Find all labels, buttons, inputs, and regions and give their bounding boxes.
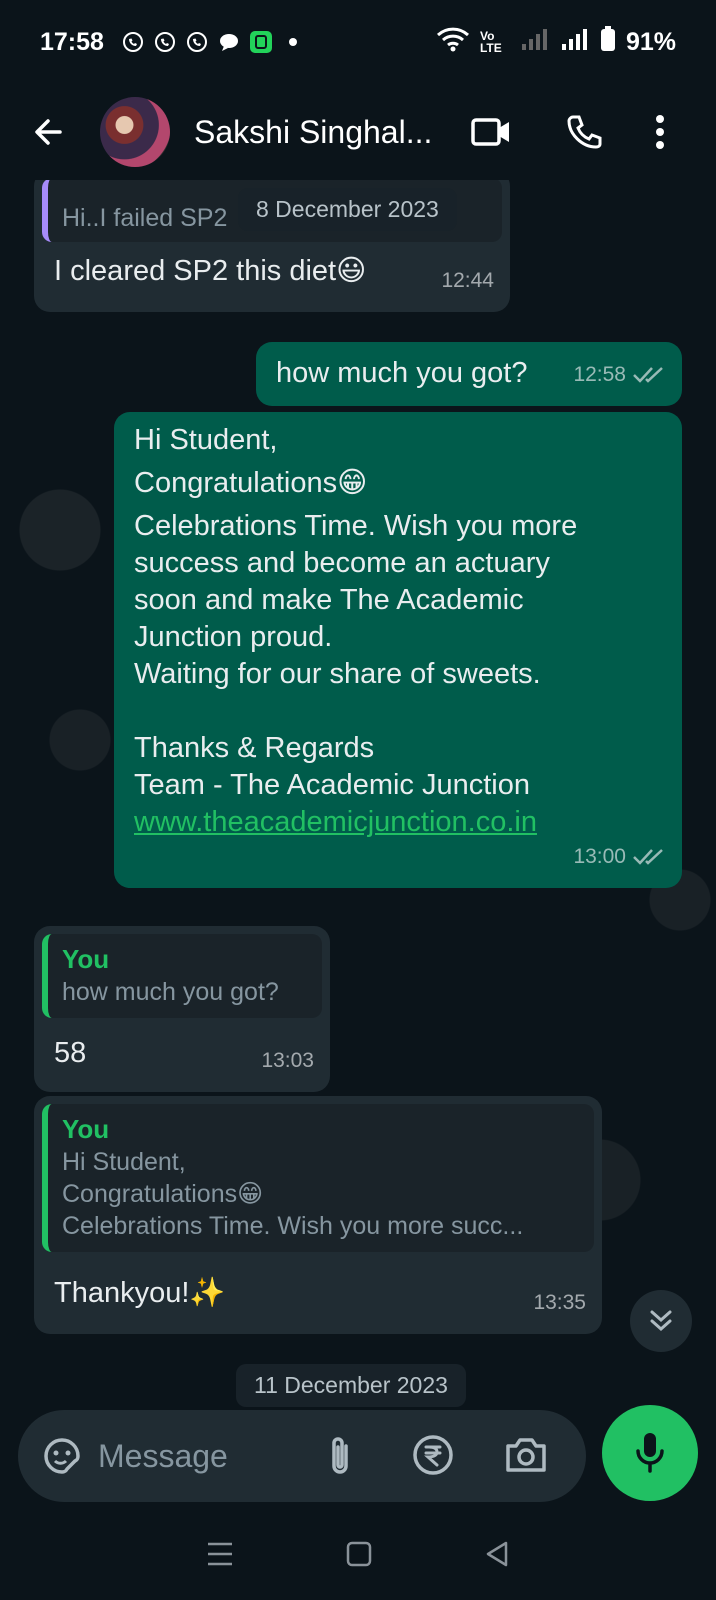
system-nav-bar: [0, 1512, 716, 1600]
phone-icon: [567, 115, 602, 149]
message-line: Congratulations😁: [134, 467, 368, 499]
voice-message-button[interactable]: [602, 1405, 698, 1501]
camera-button[interactable]: [504, 1436, 548, 1479]
microphone-icon: [636, 1433, 664, 1473]
date-chip: 8 December 2023: [238, 188, 457, 231]
status-time: 17:58: [40, 27, 104, 56]
battery-icon: [600, 25, 616, 59]
message-line: soon and make The Academic: [134, 584, 524, 616]
message-body: Hi Student, Congratulations😁 Celebration…: [134, 422, 577, 841]
square-icon: [346, 1541, 372, 1566]
camera-icon: [506, 1438, 546, 1472]
triangle-back-icon: [486, 1541, 508, 1566]
attach-button[interactable]: [326, 1434, 354, 1483]
sticker-icon: [44, 1438, 80, 1474]
video-camera-icon: [471, 118, 509, 146]
message-text: 58: [54, 1037, 87, 1069]
message-bubble-outgoing[interactable]: Hi Student, Congratulations😁 Celebration…: [114, 412, 682, 888]
status-right: Vo LTE 91%: [436, 25, 676, 59]
message-time: 13:35: [533, 1291, 586, 1314]
chevrons-down-icon: [650, 1310, 672, 1332]
message-line: success and become an actuary: [134, 547, 550, 579]
more-vertical-icon: [656, 115, 664, 149]
message-line: Team - The Academic Junction: [134, 769, 530, 801]
message-time: 13:03: [261, 1049, 314, 1072]
quote-author: You: [62, 944, 110, 974]
message-line: Junction proud.: [134, 621, 333, 653]
quoted-message[interactable]: You how much you got?: [42, 934, 322, 1018]
double-check-icon: [633, 849, 663, 865]
notification-icons: [120, 29, 306, 55]
signal-icon: [560, 26, 590, 59]
avatar[interactable]: [100, 97, 170, 167]
quoted-text: how much you got?: [62, 978, 279, 1006]
date-chip: 11 December 2023: [236, 1364, 466, 1407]
volte-label: Vo LTE: [479, 29, 502, 55]
chat-header: Sakshi Singhal...: [0, 84, 716, 180]
website-link[interactable]: www.theacademicjunction.co.in: [134, 804, 577, 841]
video-call-button[interactable]: [464, 104, 520, 160]
message-time: 12:58: [573, 363, 626, 386]
status-bar: 17:58 Vo LTE 91%: [0, 0, 716, 84]
message-meta: 13:00: [573, 838, 666, 876]
arrow-left-icon: [35, 119, 62, 145]
whatsapp-icon: [152, 29, 178, 55]
quoted-message[interactable]: You Hi Student, Congratulations😁 Celebra…: [42, 1104, 594, 1252]
back-nav-button[interactable]: [484, 1540, 510, 1573]
chat-bubble-icon: [216, 29, 242, 55]
message-line: Thanks & Regards: [134, 732, 375, 764]
contact-name[interactable]: Sakshi Singhal...: [194, 114, 432, 151]
message-input[interactable]: Message: [98, 1438, 228, 1475]
double-check-icon: [633, 367, 663, 383]
message-time: 12:44: [441, 269, 494, 292]
back-button[interactable]: [18, 102, 78, 162]
quote-author: You: [62, 1114, 110, 1144]
wifi-icon: [436, 26, 470, 59]
emoji-sticker-button[interactable]: [40, 1434, 84, 1478]
message-composer[interactable]: Message: [18, 1410, 586, 1502]
whatsapp-business-icon: [184, 29, 210, 55]
battery-level: 91%: [625, 27, 676, 56]
payment-button[interactable]: [412, 1434, 454, 1481]
more-options-button[interactable]: [632, 104, 688, 160]
message-line: Celebrations Time. Wish you more: [134, 510, 578, 542]
quoted-text: Congratulations😁: [62, 1180, 264, 1208]
message-line: Waiting for our share of sweets.: [134, 658, 541, 690]
message-text: how much you got?: [276, 357, 528, 389]
quoted-text: Hi Student,: [62, 1148, 186, 1176]
message-time: 13:00: [573, 845, 626, 868]
message-line: Hi Student,: [134, 424, 278, 456]
signal-icon: [520, 26, 550, 59]
message-text: Thankyou!✨: [54, 1277, 226, 1309]
message-text: I cleared SP2 this diet😃: [54, 255, 367, 287]
menu-icon: [208, 1542, 232, 1565]
message-bubble-incoming[interactable]: You how much you got? 58 13:03: [34, 926, 330, 1092]
message-bubble-outgoing[interactable]: how much you got? 12:58: [256, 342, 682, 406]
message-meta: 12:58: [573, 356, 666, 394]
recents-button[interactable]: [206, 1541, 234, 1572]
message-bubble-incoming[interactable]: You Hi Student, Congratulations😁 Celebra…: [34, 1096, 602, 1334]
paperclip-icon: [332, 1437, 348, 1474]
whatsapp-icon: [120, 29, 146, 55]
home-button[interactable]: [346, 1541, 372, 1572]
app-icon: [248, 29, 274, 55]
rupee-icon: [413, 1435, 453, 1475]
scroll-to-bottom-button[interactable]: [630, 1290, 692, 1352]
chat-area[interactable]: Hi..I failed SP2 I cleared SP2 this diet…: [0, 180, 716, 1410]
dot-icon: [280, 29, 306, 55]
quoted-text: Celebrations Time. Wish you more succ...: [62, 1212, 524, 1240]
voice-call-button[interactable]: [556, 104, 612, 160]
